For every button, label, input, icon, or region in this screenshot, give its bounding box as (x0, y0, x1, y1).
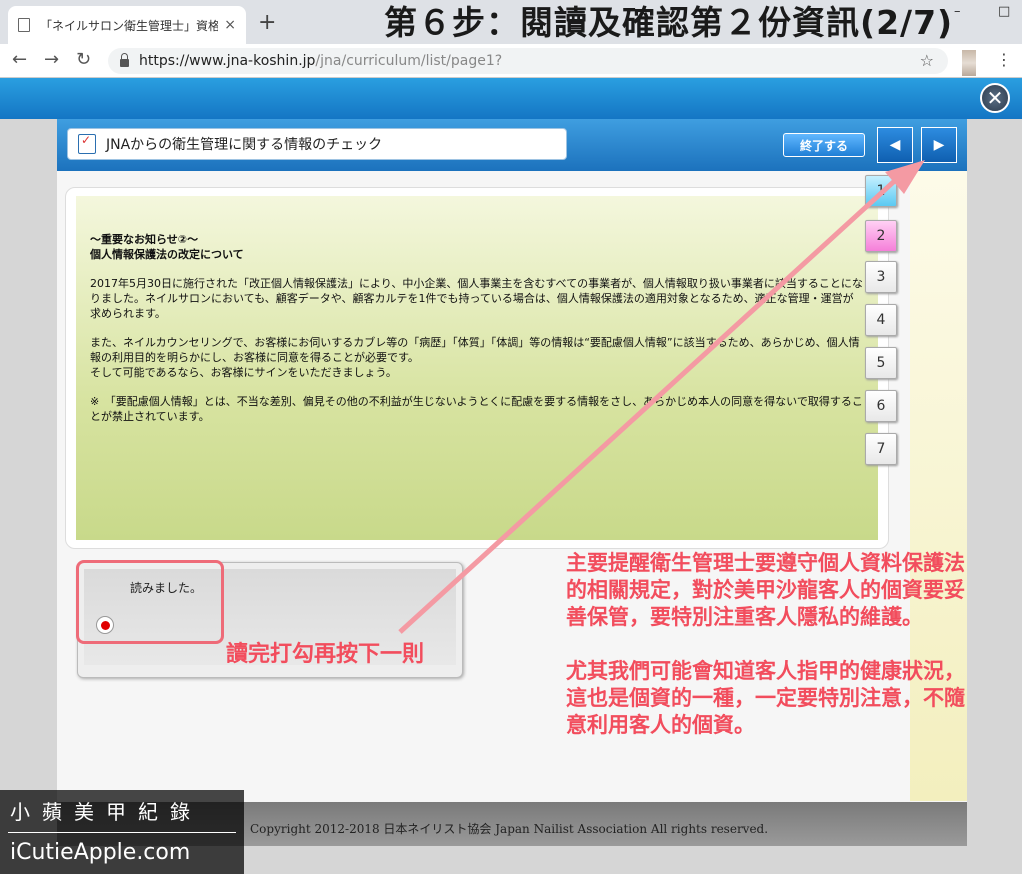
forward-button[interactable]: → (44, 49, 59, 70)
page-button-7[interactable]: 7 (865, 433, 897, 465)
browser-tab[interactable]: 「ネイルサロン衛生管理士」資格 × (8, 6, 246, 44)
notice-subheading: 個人情報保護法の改定について (90, 248, 244, 261)
copyright-text: Copyright 2012-2018 日本ネイリスト協会 Japan Nail… (250, 822, 769, 836)
url-host: https://www.jna-koshin.jp (139, 53, 316, 69)
checklist-icon (78, 133, 96, 154)
tab-close-icon[interactable]: × (224, 17, 236, 33)
page-button-4[interactable]: 4 (865, 304, 897, 336)
address-bar: ← → ↻ https://www.jna-koshin.jp/jna/curr… (0, 44, 1022, 78)
modal-title-box: JNAからの衛生管理に関する情報のチェック (67, 128, 567, 160)
annotation-note: 尤其我們可能會知道客人指甲的健康狀況，這也是個資的一種，一定要特別注意，不隨意利… (566, 659, 965, 737)
page-button-1[interactable]: 1 (865, 175, 897, 207)
notice-paragraph: また、ネイルカウンセリングで、お客様にお伺いするカブレ等の「病歴」「体質」「体調… (90, 336, 860, 364)
step-title: 第６步：閱讀及確認第２份資訊(2/7) (384, 3, 954, 42)
minimize-button[interactable]: – (954, 4, 961, 19)
notice-heading: ～重要なお知らせ②～ (90, 233, 199, 246)
maximize-button[interactable]: □ (998, 4, 1010, 19)
modal-title: JNAからの衛生管理に関する情報のチェック (106, 137, 383, 153)
reload-button[interactable]: ↻ (76, 49, 91, 70)
notice-paragraph: そして可能であるなら、お客様にサインをいただきましょう。 (90, 366, 397, 379)
browser-menu-icon[interactable]: ⋮ (996, 50, 1012, 69)
watermark-en: iCutieApple.com (10, 840, 191, 865)
annotation-note: 主要提醒衛生管理士要遵守個人資料保護法的相關規定，對於美甲沙龍客人的個資要妥善保… (566, 551, 965, 629)
page-button-3[interactable]: 3 (865, 261, 897, 293)
end-button[interactable]: 終了する (783, 133, 865, 157)
app-header-band (0, 78, 1022, 119)
content-frame: ～重要なお知らせ②～ 個人情報保護法の改定について 2017年5月30日に施行さ… (65, 187, 889, 549)
page-button-5[interactable]: 5 (865, 347, 897, 379)
url-path: /jna/curriculum/list/page1? (315, 53, 503, 69)
new-tab-button[interactable]: + (258, 10, 276, 35)
prev-page-button[interactable]: ◀ (877, 127, 913, 163)
notice-panel: ～重要なお知らせ②～ 個人情報保護法の改定について 2017年5月30日に施行さ… (76, 196, 878, 540)
document-icon (18, 18, 30, 32)
profile-avatar[interactable] (962, 50, 976, 76)
back-button[interactable]: ← (12, 49, 27, 70)
tab-title: 「ネイルサロン衛生管理士」資格 (40, 18, 219, 33)
close-modal-button[interactable]: ✕ (980, 83, 1010, 113)
next-page-button[interactable]: ▶ (921, 127, 957, 163)
modal-header: JNAからの衛生管理に関する情報のチェック 終了する ◀ ▶ (57, 119, 967, 171)
annotation-notes: 主要提醒衛生管理士要遵守個人資料保護法的相關規定，對於美甲沙龍客人的個資要妥善保… (566, 550, 966, 739)
url-input[interactable]: https://www.jna-koshin.jp/jna/curriculum… (108, 48, 948, 74)
page-button-2[interactable]: 2 (865, 220, 897, 252)
highlight-box (76, 560, 224, 644)
annotation-read-hint: 讀完打勾再按下一則 (226, 642, 425, 667)
notice-paragraph: ※ 「要配慮個人情報」とは、不当な差別、偏見その他の不利益が生じないようとくに配… (90, 395, 863, 423)
lock-icon (120, 53, 129, 67)
page-button-6[interactable]: 6 (865, 390, 897, 422)
watermark-divider (8, 832, 236, 833)
watermark-cn: 小蘋美甲紀錄 (10, 800, 202, 824)
bookmark-star-icon[interactable]: ☆ (920, 51, 934, 70)
watermark: 小蘋美甲紀錄 iCutieApple.com (0, 790, 244, 874)
notice-paragraph: 2017年5月30日に施行された「改正個人情報保護法」により、中小企業、個人事業… (90, 277, 863, 320)
